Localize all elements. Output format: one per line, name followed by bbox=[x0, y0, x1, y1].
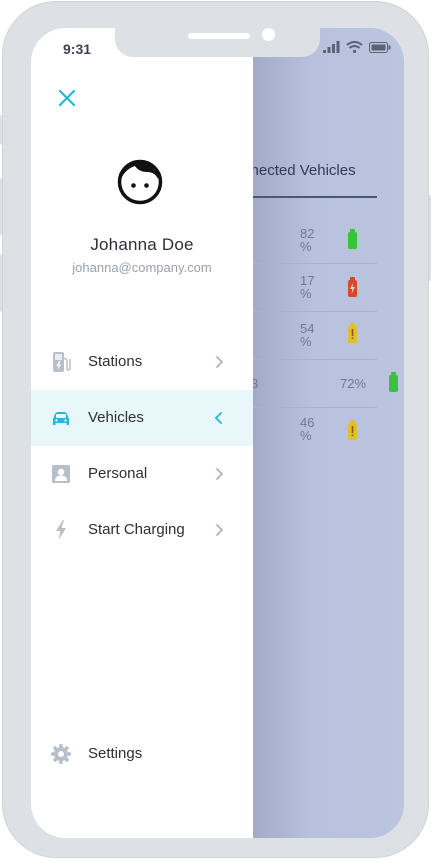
menu-item-label: Start Charging bbox=[88, 521, 185, 538]
chevron-right-icon bbox=[216, 468, 224, 480]
menu-item-start-charging[interactable]: Start Charging bbox=[31, 502, 253, 558]
battery-status-icon bbox=[369, 41, 391, 53]
vehicle-row[interactable]: 46 % bbox=[253, 408, 377, 455]
charge-unit: % bbox=[300, 428, 312, 443]
charge-unit: % bbox=[300, 239, 312, 254]
ev-station-icon bbox=[53, 352, 71, 372]
gear-icon bbox=[51, 744, 71, 764]
car-icon bbox=[53, 412, 69, 425]
connected-vehicles-title: Connected Vehicles bbox=[243, 162, 403, 179]
lightning-icon bbox=[56, 520, 66, 540]
vehicle-row[interactable]: 54 % bbox=[253, 312, 377, 360]
user-name: Johanna Doe bbox=[90, 235, 194, 254]
person-card-icon bbox=[52, 465, 70, 483]
connected-vehicles-title-text: Connected Vehicles bbox=[243, 162, 356, 179]
phone-frame: 9:31 Connected Vehicles bbox=[2, 1, 429, 858]
speaker bbox=[188, 33, 250, 39]
chevron-right-icon bbox=[216, 356, 224, 368]
battery-exclamation-icon bbox=[348, 420, 357, 440]
chevron-right-icon bbox=[216, 524, 224, 536]
menu-item-vehicles[interactable]: Vehicles bbox=[31, 390, 253, 446]
avatar bbox=[117, 159, 163, 205]
menu-item-label: Personal bbox=[88, 465, 148, 482]
battery-charging-icon bbox=[348, 277, 357, 297]
notch bbox=[115, 28, 320, 57]
signal-icon bbox=[323, 41, 340, 53]
menu-item-label: Vehicles bbox=[88, 409, 144, 426]
menu-item-stations[interactable]: Stations bbox=[31, 334, 253, 390]
battery-full-icon bbox=[389, 372, 398, 392]
navigation-drawer: Johanna Doe johanna@company.com Stations bbox=[31, 28, 253, 838]
close-icon[interactable] bbox=[58, 89, 76, 107]
user-email: johanna@company.com bbox=[72, 260, 212, 275]
vehicle-row[interactable]: 82 % bbox=[253, 216, 377, 264]
menu-item-label: Stations bbox=[88, 353, 143, 370]
status-time: 9:31 bbox=[63, 41, 92, 57]
menu-item-label: Settings bbox=[88, 745, 143, 762]
status-icons bbox=[323, 41, 391, 53]
screen: 9:31 Connected Vehicles bbox=[31, 28, 404, 838]
vehicle-row[interactable]: 17 % bbox=[253, 264, 377, 312]
battery-full-icon bbox=[348, 229, 357, 249]
battery-exclamation-icon bbox=[348, 323, 357, 343]
wifi-icon bbox=[346, 41, 363, 53]
vehicle-row[interactable]: 3 72% bbox=[251, 360, 398, 408]
front-camera bbox=[262, 28, 275, 41]
charge-unit: % bbox=[300, 334, 312, 349]
chevron-left-icon bbox=[214, 412, 222, 424]
menu-item-personal[interactable]: Personal bbox=[31, 446, 253, 502]
charge-percent: 72% bbox=[340, 376, 367, 391]
charge-unit: % bbox=[300, 286, 312, 301]
connected-vehicles-panel: Connected Vehicles 82 % 17 % 54 % bbox=[243, 28, 404, 838]
title-underline bbox=[253, 196, 377, 198]
menu-item-settings[interactable]: Settings bbox=[31, 726, 253, 782]
